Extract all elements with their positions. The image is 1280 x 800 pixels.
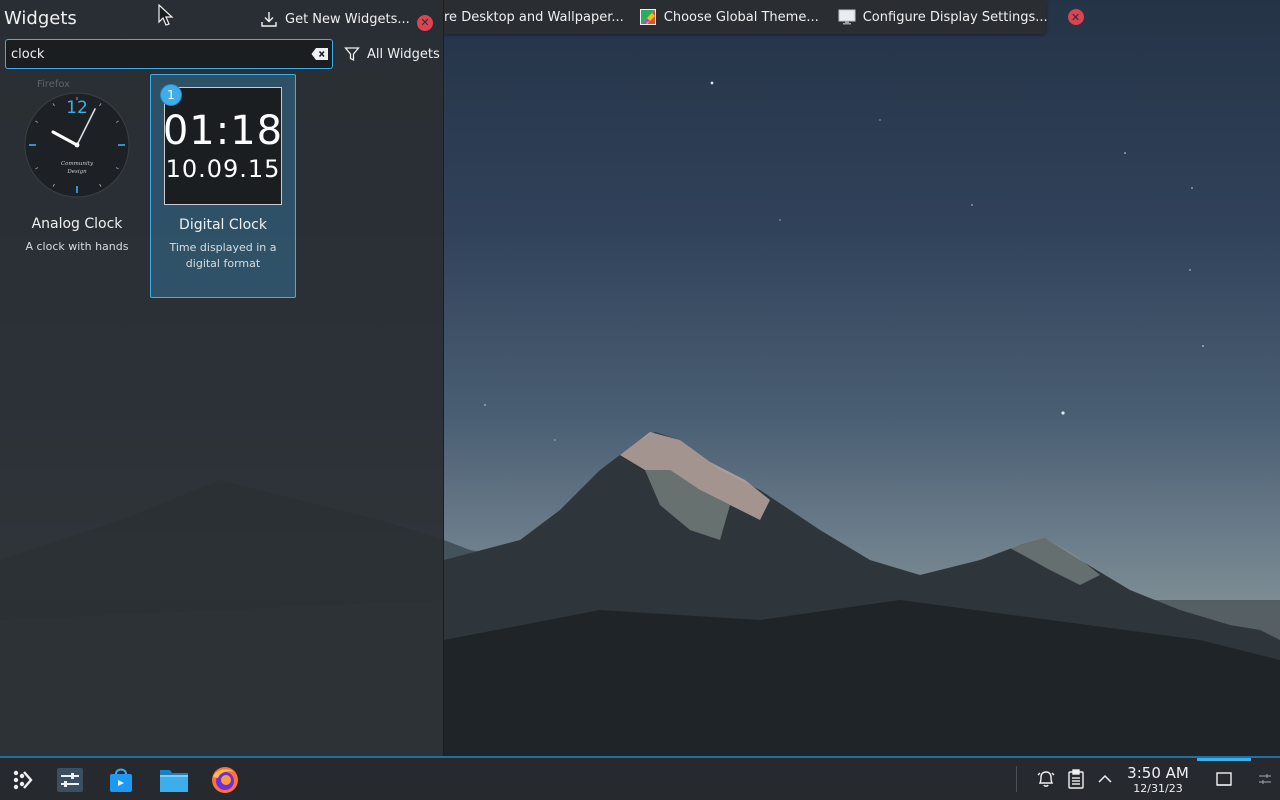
preview-date: 10.09.15 [165, 155, 281, 183]
filter-label: All Widgets [367, 46, 440, 62]
monitor-icon [837, 7, 857, 27]
firefox-icon [212, 767, 238, 793]
widget-analog-clock[interactable]: Firefox 12 Community Design Analog Clock… [4, 74, 150, 298]
exit-edit-mode-button[interactable]: ✕ [1064, 0, 1088, 34]
active-indicator [1197, 758, 1251, 761]
widget-name: Analog Clock [31, 216, 123, 232]
expand-tray-icon [1098, 774, 1112, 783]
clear-text-icon [311, 48, 328, 60]
panel-title: Widgets [4, 8, 77, 29]
firefox-button[interactable] [206, 763, 244, 797]
palette-icon [638, 7, 658, 27]
tray-separator [1016, 766, 1017, 792]
discover-store-icon [110, 768, 132, 792]
analog-clock-preview: 12 Community Design [24, 92, 130, 198]
global-theme-button[interactable]: Choose Global Theme... [634, 0, 823, 34]
filter-icon [344, 46, 360, 62]
clock-number-12: 12 [66, 98, 88, 118]
clock-brand-line-1: Community [61, 161, 94, 167]
system-settings-button[interactable] [51, 763, 89, 797]
display-settings-label: Configure Display Settings... [862, 9, 1048, 25]
download-icon [260, 10, 278, 28]
preview-time: 01:18 [162, 108, 284, 154]
file-manager-icon [160, 770, 188, 792]
clock-date: 12/31/23 [1133, 782, 1183, 795]
expand-tray-button[interactable] [1094, 768, 1116, 790]
get-new-widgets-label: Get New Widgets... [285, 11, 410, 27]
show-desktop-icon [1216, 772, 1232, 786]
configure-desktop-label: re Desktop and Wallpaper... [444, 9, 624, 25]
file-manager-button[interactable] [155, 763, 193, 797]
clear-search-button[interactable] [308, 42, 332, 66]
display-settings-button[interactable]: Configure Display Settings... [833, 0, 1052, 34]
clock-time: 3:50 AM [1127, 764, 1189, 782]
configure-desktop-button[interactable]: re Desktop and Wallpaper... [440, 0, 628, 34]
widget-search-field[interactable] [5, 39, 333, 69]
clipboard-button[interactable] [1065, 768, 1087, 790]
get-new-widgets-button[interactable]: Get New Widgets... [260, 8, 410, 30]
application-launcher-button[interactable] [3, 763, 41, 797]
global-theme-label: Choose Global Theme... [663, 9, 819, 25]
application-launcher-icon [13, 770, 33, 790]
notifications-button[interactable] [1035, 768, 1057, 790]
close-icon: ✕ [417, 14, 433, 31]
clipboard-icon [1068, 769, 1084, 789]
widget-name: Digital Clock [179, 217, 267, 233]
widgets-panel: Widgets Get New Widgets... ✕ All Widgets [0, 0, 444, 758]
close-icon: ✕ [1067, 9, 1084, 25]
widget-digital-clock[interactable]: 01:18 10.09.15 1 Digital Clock Time disp… [150, 74, 296, 298]
taskbar: 3:50 AM 12/31/23 [0, 756, 1280, 800]
system-settings-icon [57, 768, 83, 792]
panel-settings-icon [1259, 774, 1271, 784]
widget-description: A clock with hands [25, 240, 129, 253]
edit-mode-toolbar: re Desktop and Wallpaper... Choose Globa… [440, 0, 1084, 34]
ghost-label: Firefox [37, 79, 71, 90]
digital-clock-preview: 01:18 10.09.15 [162, 87, 284, 205]
widget-filter-button[interactable]: All Widgets [344, 43, 440, 65]
show-desktop-button[interactable] [1213, 768, 1235, 790]
widget-description: Time displayed in a digital format [169, 241, 277, 270]
close-panel-button[interactable]: ✕ [417, 11, 433, 31]
notifications-icon [1037, 771, 1055, 787]
taskbar-clock[interactable]: 3:50 AM 12/31/23 [1118, 764, 1198, 795]
search-input[interactable] [11, 46, 308, 62]
clock-brand-line-2: Design [66, 169, 87, 175]
discover-store-button[interactable] [102, 763, 140, 797]
instance-count-badge: 1 [160, 84, 182, 106]
panel-configure-button[interactable] [1254, 768, 1276, 790]
mouse-cursor-icon [158, 4, 174, 26]
